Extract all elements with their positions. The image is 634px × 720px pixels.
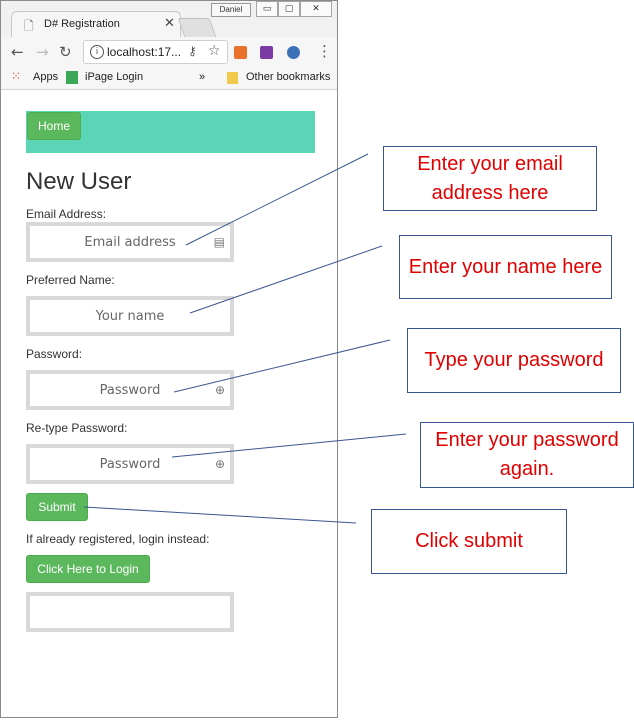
callout-line-retype — [171, 433, 407, 458]
callout-name: Enter your name here — [399, 235, 612, 299]
callout-line-name — [189, 245, 383, 314]
callout-line-email — [185, 153, 369, 246]
callout-line-password — [173, 339, 391, 393]
callout-email: Enter your email address here — [383, 146, 597, 211]
callout-password: Type your password — [407, 328, 621, 393]
callout-retype: Enter your password again. — [420, 422, 634, 488]
callout-line-submit — [83, 506, 357, 524]
callout-submit: Click submit — [371, 509, 567, 574]
